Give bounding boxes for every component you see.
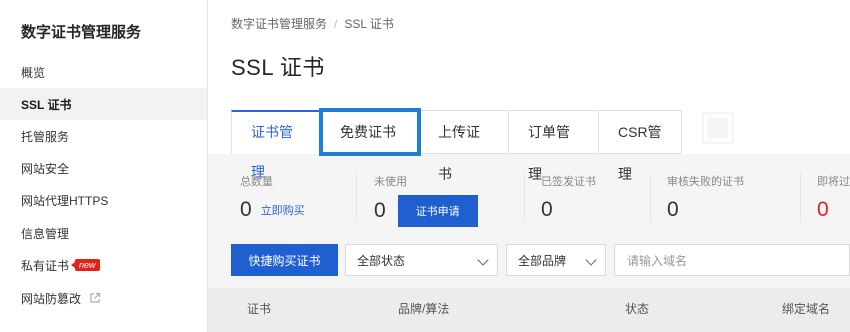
breadcrumb-current: SSL 证书 (344, 17, 394, 31)
sidebar-item-info-management[interactable]: 信息管理 (0, 217, 207, 249)
tab-free-cert[interactable]: 免费证书 (319, 108, 421, 156)
brand-select-value: 全部品牌 (518, 253, 567, 268)
filter-toolbar: 快捷购买证书 全部状态 全部品牌 请输入域名 (208, 236, 850, 284)
apply-cert-button[interactable]: 证书申请 (397, 195, 478, 227)
breadcrumb-separator: / (334, 17, 338, 31)
sidebar-item-label: 网站防篡改 (21, 291, 82, 306)
chevron-down-icon (585, 254, 597, 266)
sidebar-item-label: 网站代理HTTPS (21, 193, 109, 208)
sidebar-item-private-cert[interactable]: 私有证书 new (0, 249, 207, 281)
stat-expiring: 即将过 0 (817, 164, 850, 230)
stat-value-row: 0 证书申请 (374, 195, 478, 227)
page-title: SSL 证书 (231, 55, 325, 80)
sidebar-title: 数字证书管理服务 (21, 24, 142, 41)
stat-label: 未使用 (374, 176, 407, 188)
chevron-down-icon (477, 254, 489, 266)
stat-value: 0 (817, 198, 829, 221)
sidebar-item-label: 网站安全 (21, 161, 70, 176)
tab-order-management[interactable]: 订单管理 (509, 110, 599, 182)
sidebar-item-managed-service[interactable]: 托管服务 (0, 120, 207, 152)
table-header: 证书 品牌/算法 状态 绑定域名 (208, 288, 850, 332)
main-content: 数字证书管理服务 / SSL 证书 SSL 证书 ▣ 证书管理 免费证书 上传证书 … (208, 0, 850, 332)
buy-now-link[interactable]: 立即购买 (261, 202, 305, 218)
divider (524, 172, 525, 222)
stat-failed: 审核失败的证书 0 (667, 164, 744, 230)
divider (356, 172, 357, 222)
divider (800, 172, 801, 222)
sidebar-item-ssl-cert[interactable]: SSL 证书 (0, 88, 207, 120)
stats-panel: 总数量 0 立即购买 未使用 0 证书申请 已签发证书 0 审核失败的证书 0 … (208, 164, 850, 230)
brand-select[interactable]: 全部品牌 (506, 244, 606, 276)
domain-search-input[interactable]: 请输入域名 (614, 244, 850, 276)
stat-label: 即将过 (817, 176, 850, 188)
tab-csr-management[interactable]: CSR管理 (599, 110, 682, 182)
new-badge: new (71, 259, 100, 271)
column-header-cert: 证书 (247, 302, 272, 316)
tab-bar: 证书管理 免费证书 上传证书 订单管理 CSR管理 (231, 108, 682, 182)
status-select-value: 全部状态 (357, 253, 406, 268)
status-select[interactable]: 全部状态 (345, 244, 498, 276)
stat-unused: 未使用 0 证书申请 (374, 164, 478, 230)
stat-label: 已签发证书 (541, 176, 596, 188)
stat-value: 0 (541, 198, 553, 221)
sidebar-item-tamper-protection[interactable]: 网站防篡改 (0, 282, 207, 314)
watermark: ▣ (698, 100, 742, 149)
column-header-brand: 品牌/算法 (398, 302, 450, 316)
sidebar: 数字证书管理服务 概览 SSL 证书 托管服务 网站安全 网站代理HTTPS 信… (0, 0, 208, 332)
tab-upload-cert[interactable]: 上传证书 (419, 110, 509, 182)
sidebar-item-label: SSL 证书 (21, 97, 72, 112)
stat-value-row: 0 立即购买 (240, 198, 305, 222)
external-link-icon (90, 292, 101, 303)
breadcrumb-root[interactable]: 数字证书管理服务 (231, 17, 327, 31)
tab-cert-management[interactable]: 证书管理 (231, 110, 321, 180)
sidebar-item-overview[interactable]: 概览 (0, 56, 207, 88)
sidebar-item-label: 信息管理 (21, 226, 70, 241)
sidebar-item-label: 概览 (21, 65, 46, 80)
stat-label: 总数量 (240, 176, 273, 188)
stat-issued: 已签发证书 0 (541, 164, 596, 230)
sidebar-item-website-security[interactable]: 网站安全 (0, 152, 207, 184)
quick-buy-button[interactable]: 快捷购买证书 (231, 244, 338, 276)
stat-value: 0 (667, 198, 679, 221)
column-header-status: 状态 (625, 302, 650, 316)
stat-total: 总数量 0 立即购买 (240, 164, 305, 230)
sidebar-item-label: 私有证书 (21, 258, 70, 273)
page-header: 数字证书管理服务 / SSL 证书 SSL 证书 ▣ 证书管理 免费证书 上传证书 … (208, 0, 850, 182)
sidebar-item-https-proxy[interactable]: 网站代理HTTPS (0, 184, 207, 216)
divider (650, 172, 651, 222)
stat-value: 0 (240, 198, 252, 221)
sidebar-item-label: 托管服务 (21, 129, 70, 144)
breadcrumb: 数字证书管理服务 / SSL 证书 (231, 15, 394, 32)
stat-value: 0 (374, 199, 386, 222)
stat-label: 审核失败的证书 (667, 176, 744, 188)
column-header-domain: 绑定域名 (782, 302, 831, 316)
